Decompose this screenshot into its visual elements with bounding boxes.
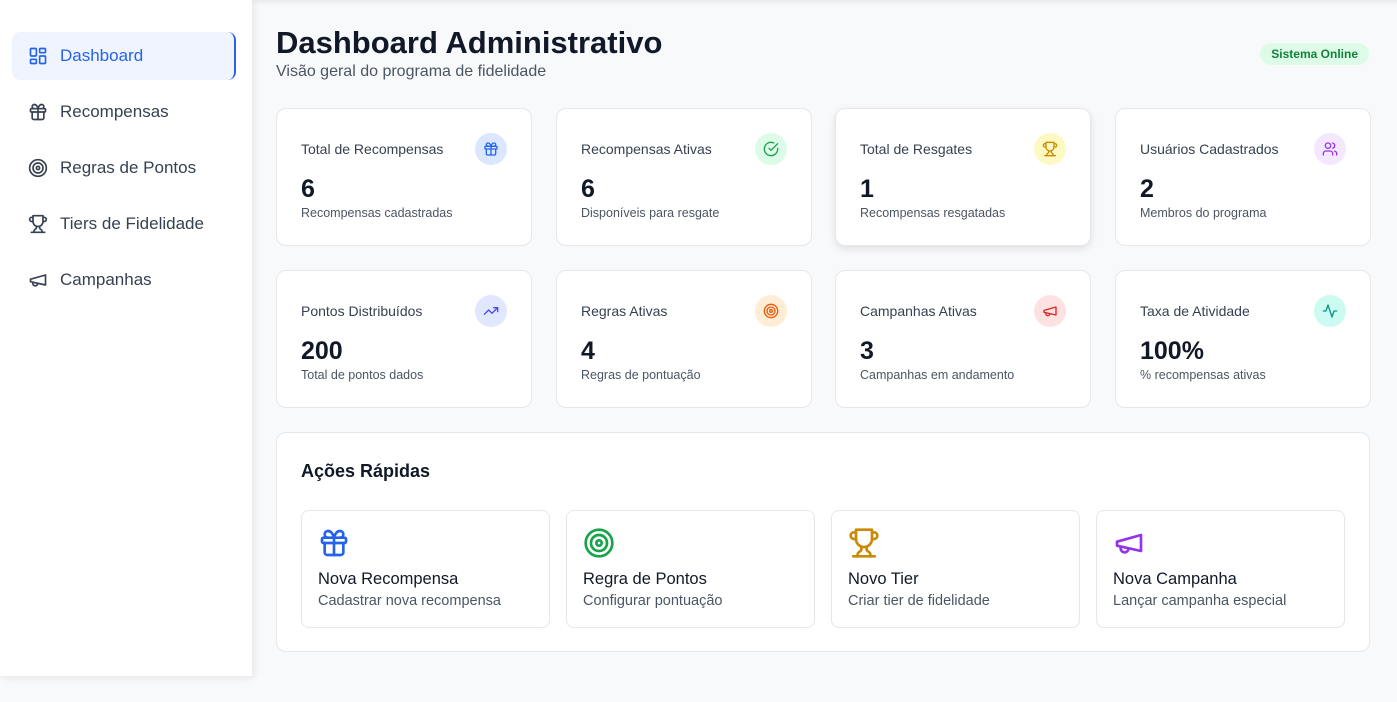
action-title: Nova Recompensa [318, 570, 459, 588]
activity-icon [1314, 295, 1346, 327]
trophy-icon [849, 528, 879, 558]
quick-actions-panel: Ações Rápidas Nova Recompensa Cadastrar … [276, 432, 1370, 652]
stat-label: Taxa de Atividade [1140, 303, 1250, 319]
target-icon [755, 295, 787, 327]
stat-label: Total de Resgates [860, 141, 973, 157]
stat-label: Total de Recompensas [301, 141, 444, 157]
sidebar-item-label: Tiers de Fidelidade [60, 214, 204, 233]
stat-card-recompensas-ativas: Recompensas Ativas 6 Disponíveis para re… [556, 108, 812, 246]
trending-up-icon [475, 295, 507, 327]
target-icon [28, 158, 48, 178]
sidebar-item-label: Recompensas [60, 102, 169, 121]
sidebar: Dashboard Recompensas Regras de Pontos T… [0, 0, 252, 676]
sidebar-item-regras-de-pontos[interactable]: Regras de Pontos [12, 144, 236, 192]
stat-card-total-resgates: Total de Resgates 1 Recompensas resgatad… [835, 108, 1091, 246]
users-icon [1314, 133, 1346, 165]
stat-description: Recompensas cadastradas [301, 206, 453, 220]
page-subtitle: Visão geral do programa de fidelidade [276, 63, 547, 80]
action-title: Regra de Pontos [583, 570, 707, 588]
target-icon [584, 528, 614, 558]
regra-de-pontos-button[interactable]: Regra de Pontos Configurar pontuação [566, 510, 815, 628]
action-description: Configurar pontuação [583, 593, 723, 609]
stat-value: 100% [1140, 337, 1204, 365]
stat-value: 6 [581, 175, 595, 203]
action-description: Cadastrar nova recompensa [318, 593, 501, 609]
stat-description: Disponíveis para resgate [581, 206, 720, 220]
stat-card-usuarios-cadastrados: Usuários Cadastrados 2 Membros do progra… [1115, 108, 1371, 246]
megaphone-icon [1034, 295, 1066, 327]
action-description: Lançar campanha especial [1113, 593, 1287, 609]
gift-icon [475, 133, 507, 165]
megaphone-icon [29, 274, 47, 287]
stat-card-campanhas-ativas: Campanhas Ativas 3 Campanhas em andament… [835, 270, 1091, 408]
stat-label: Pontos Distribuídos [301, 303, 423, 319]
sidebar-item-tiers-de-fidelidade[interactable]: Tiers de Fidelidade [12, 200, 236, 248]
stat-value: 200 [301, 337, 343, 365]
megaphone-icon [1115, 533, 1143, 554]
stat-value: 6 [301, 175, 315, 203]
stat-label: Usuários Cadastrados [1140, 141, 1279, 157]
sidebar-item-recompensas[interactable]: Recompensas [12, 88, 236, 136]
stat-label: Recompensas Ativas [581, 141, 712, 157]
check-circle-icon [755, 133, 787, 165]
status-badge: Sistema Online [1260, 43, 1369, 65]
stat-description: % recompensas ativas [1140, 368, 1266, 382]
page-title: Dashboard Administrativo [276, 25, 663, 60]
quick-actions-title: Ações Rápidas [301, 461, 431, 481]
stat-description: Campanhas em andamento [860, 368, 1015, 382]
stat-value: 4 [581, 337, 595, 365]
stat-label: Regras Ativas [581, 303, 668, 319]
action-title: Nova Campanha [1113, 570, 1237, 588]
gift-icon [29, 103, 47, 121]
header-shadow [252, 0, 1397, 6]
sidebar-item-dashboard[interactable]: Dashboard [12, 32, 236, 80]
nova-recompensa-button[interactable]: Nova Recompensa Cadastrar nova recompens… [301, 510, 550, 628]
stat-card-taxa-de-atividade: Taxa de Atividade 100% % recompensas ati… [1115, 270, 1371, 408]
stat-value: 1 [860, 175, 874, 203]
stat-description: Recompensas resgatadas [860, 206, 1006, 220]
stat-value: 3 [860, 337, 874, 365]
sidebar-item-label: Campanhas [60, 270, 152, 289]
stat-description: Total de pontos dados [301, 368, 424, 382]
sidebar-item-campanhas[interactable]: Campanhas [12, 256, 236, 304]
sidebar-item-label: Regras de Pontos [60, 158, 197, 177]
action-title: Novo Tier [848, 570, 919, 588]
stat-card-pontos-distribuidos: Pontos Distribuídos 200 Total de pontos … [276, 270, 532, 408]
main-content: Dashboard Administrativo Visão geral do … [252, 0, 1397, 702]
stat-label: Campanhas Ativas [860, 303, 977, 319]
trophy-icon [1034, 133, 1066, 165]
sidebar-item-label: Dashboard [60, 46, 144, 65]
gift-icon [320, 529, 348, 557]
novo-tier-button[interactable]: Novo Tier Criar tier de fidelidade [831, 510, 1080, 628]
stat-description: Regras de pontuação [581, 368, 701, 382]
stat-card-regras-ativas: Regras Ativas 4 Regras de pontuação [556, 270, 812, 408]
stat-card-total-recompensas: Total de Recompensas 6 Recompensas cadas… [276, 108, 532, 246]
stat-value: 2 [1140, 175, 1154, 203]
nova-campanha-button[interactable]: Nova Campanha Lançar campanha especial [1096, 510, 1345, 628]
stat-description: Membros do programa [1140, 206, 1267, 220]
trophy-icon [28, 214, 48, 234]
layout-grid-icon [29, 47, 47, 65]
action-description: Criar tier de fidelidade [848, 593, 990, 609]
